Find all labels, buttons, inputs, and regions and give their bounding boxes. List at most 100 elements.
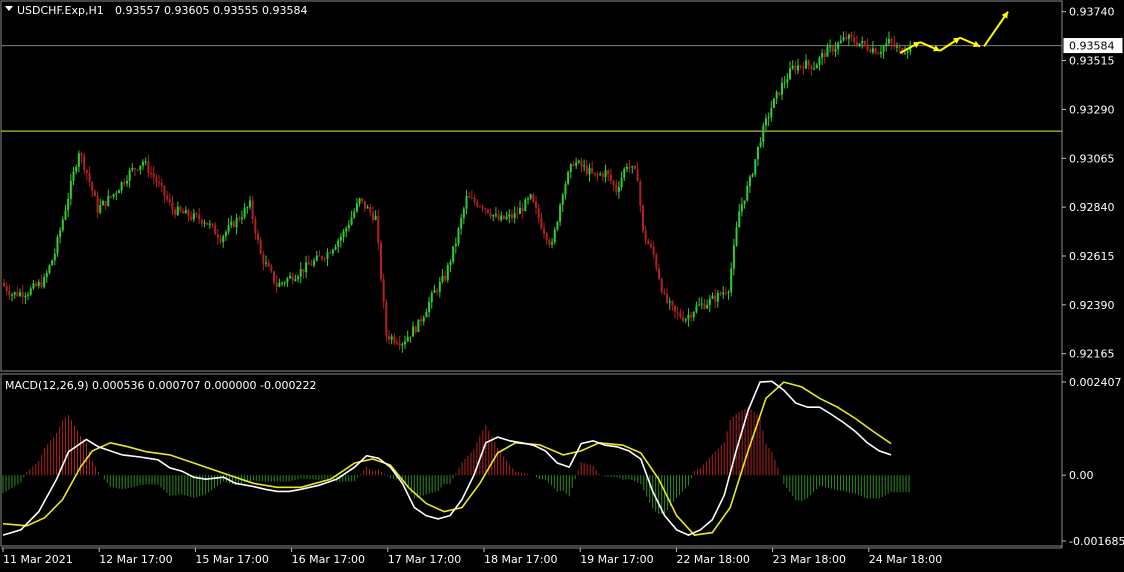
candle-body xyxy=(754,159,757,175)
candle-body xyxy=(120,182,123,191)
chart-canvas: 0.93740 0.93515 0.93290 0.93065 0.92840 0.926… xyxy=(0,0,1124,569)
candle-body xyxy=(230,221,233,226)
candle-body xyxy=(561,194,564,205)
candle-body xyxy=(695,305,698,313)
candle-body xyxy=(40,281,43,287)
candle-body xyxy=(486,209,489,214)
candle-body xyxy=(465,195,468,209)
candle-body xyxy=(409,336,412,338)
candle-body xyxy=(738,211,741,228)
candle-body xyxy=(839,40,842,43)
candle-body xyxy=(679,312,682,318)
candle-body xyxy=(93,191,96,197)
candle-body xyxy=(430,292,433,303)
candle-body xyxy=(580,160,583,167)
candle-body xyxy=(91,182,94,192)
candle-body xyxy=(767,117,770,119)
candle-body xyxy=(61,219,64,231)
candle-body xyxy=(521,208,524,212)
candle-body xyxy=(494,214,497,216)
candle-body xyxy=(740,204,743,212)
candle-body xyxy=(139,165,142,170)
candle-body xyxy=(117,190,120,194)
candle-body xyxy=(385,301,388,337)
candle-body xyxy=(224,231,227,237)
candle-body xyxy=(438,281,441,292)
candle-body xyxy=(326,252,329,259)
candle-body xyxy=(452,246,455,262)
time-tick-label: 16 Mar 17:00 xyxy=(292,553,365,566)
candle-body xyxy=(101,201,104,206)
candle-body xyxy=(449,261,452,266)
candle-body xyxy=(831,46,834,52)
candle-body xyxy=(270,266,273,272)
candle-body xyxy=(529,194,532,199)
candle-body xyxy=(535,202,538,209)
candle-body xyxy=(628,166,631,168)
candle-body xyxy=(569,163,572,172)
candle-body xyxy=(615,184,618,192)
candle-body xyxy=(751,174,754,177)
candle-body xyxy=(775,92,778,99)
candle-body xyxy=(294,279,297,281)
candle-body xyxy=(735,227,738,246)
candle-body xyxy=(302,269,305,273)
candle-body xyxy=(545,233,548,241)
candle-body xyxy=(43,277,46,287)
candle-body xyxy=(254,219,257,234)
candle-body xyxy=(492,214,495,217)
candle-body xyxy=(441,275,444,282)
candle-body xyxy=(29,288,32,295)
candle-body xyxy=(845,37,848,39)
candle-body xyxy=(585,165,588,175)
candle-body xyxy=(259,240,262,254)
symbol-header[interactable]: USDCHF.Exp,H1 0.93557 0.93605 0.93555 0.… xyxy=(5,4,307,17)
candle-body xyxy=(692,312,695,318)
candle-body xyxy=(273,271,276,283)
macd-tick-label: 0.002407 xyxy=(1069,376,1122,389)
candle-body xyxy=(722,292,725,295)
candle-body xyxy=(537,208,540,219)
candle-body xyxy=(623,169,626,178)
candle-body xyxy=(404,341,407,345)
candle-body xyxy=(639,181,642,206)
time-tick-label: 11 Mar 2021 xyxy=(3,553,73,566)
candle-body xyxy=(198,214,201,220)
candle-body xyxy=(200,219,203,224)
candle-body xyxy=(401,344,404,346)
candle-body xyxy=(746,186,749,201)
candle-body xyxy=(706,305,709,309)
candle-body xyxy=(310,264,313,266)
candle-body xyxy=(331,249,334,254)
chart-window: 0.93740 0.93515 0.93290 0.93065 0.92840 0.926… xyxy=(0,0,1124,569)
candle-body xyxy=(75,166,78,172)
candle-body xyxy=(27,294,30,296)
background xyxy=(0,0,1124,569)
candle-body xyxy=(216,234,219,239)
candle-body xyxy=(508,214,511,217)
candle-body xyxy=(318,255,321,257)
candle-body xyxy=(890,38,893,43)
candle-body xyxy=(377,216,380,243)
candle-body xyxy=(871,48,874,53)
candle-body xyxy=(698,304,701,306)
candle-body xyxy=(786,79,789,83)
candle-body xyxy=(208,223,211,225)
macd-indicator-label: MACD(12,26,9) 0.000536 0.000707 0.000000… xyxy=(5,379,316,392)
candle-body xyxy=(842,37,845,41)
candle-body xyxy=(433,290,436,293)
candle-body xyxy=(877,53,880,55)
symbol-label: USDCHF.Exp,H1 xyxy=(17,4,104,17)
candle-body xyxy=(414,326,417,333)
candle-body xyxy=(772,98,775,108)
candle-body xyxy=(903,52,906,54)
candle-body xyxy=(171,202,174,210)
time-tick-label: 15 Mar 17:00 xyxy=(195,553,268,566)
candle-body xyxy=(243,208,246,218)
candle-body xyxy=(572,163,575,166)
candle-body xyxy=(313,260,316,266)
candle-body xyxy=(286,278,289,283)
candle-body xyxy=(329,252,332,254)
candle-body xyxy=(203,222,206,224)
candle-body xyxy=(72,171,75,181)
